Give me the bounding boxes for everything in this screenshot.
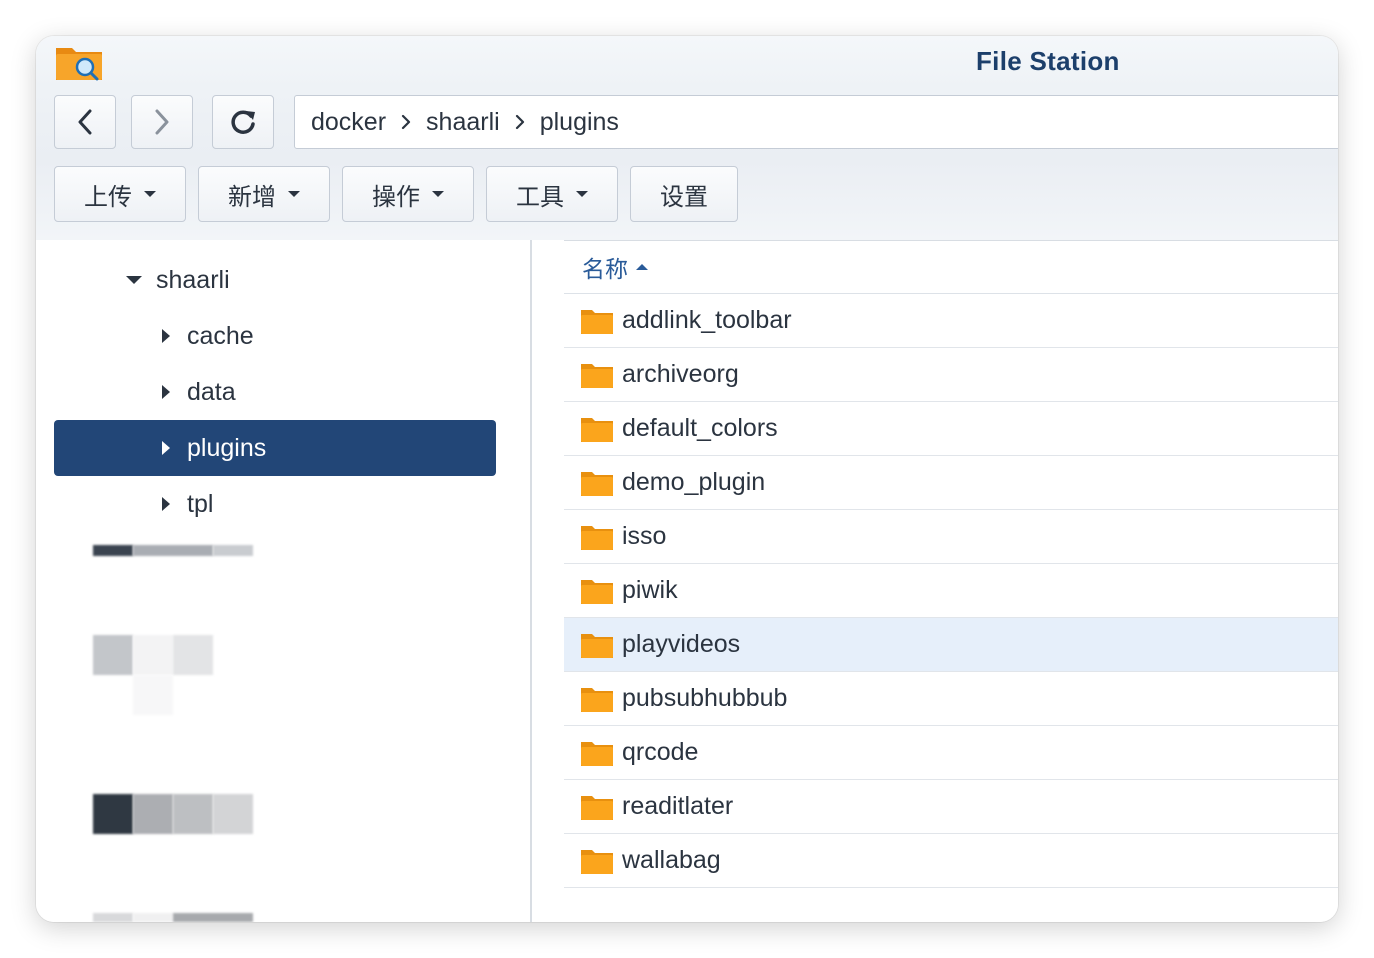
list-item[interactable]: isso xyxy=(564,510,1338,564)
tree-item-plugins[interactable]: plugins xyxy=(54,420,496,476)
refresh-button[interactable] xyxy=(212,95,274,149)
file-name: archiveorg xyxy=(622,360,739,388)
collapse-arrow-icon[interactable] xyxy=(162,497,170,511)
folder-icon xyxy=(581,633,613,658)
refresh-icon xyxy=(231,110,255,134)
settings-label: 设置 xyxy=(660,183,708,211)
file-name: default_colors xyxy=(622,414,778,442)
file-station-icon xyxy=(56,48,102,81)
column-header-name[interactable]: 名称 xyxy=(564,240,1338,294)
file-name: wallabag xyxy=(622,846,721,874)
action-button[interactable]: 操作 xyxy=(342,166,474,222)
expand-arrow-icon[interactable] xyxy=(126,276,142,284)
action-label: 操作 xyxy=(372,183,420,211)
file-name: demo_plugin xyxy=(622,468,766,496)
forward-button[interactable] xyxy=(131,95,193,149)
title-bar: File Station xyxy=(36,36,1338,88)
navigation-bar: docker shaarli plugins xyxy=(36,88,1338,160)
folder-icon xyxy=(581,525,613,550)
breadcrumb-separator-icon xyxy=(400,113,412,131)
chevron-down-icon xyxy=(576,191,588,197)
create-button[interactable]: 新增 xyxy=(198,166,330,222)
list-item[interactable]: wallabag xyxy=(564,834,1338,888)
tree-item-cache[interactable]: cache xyxy=(54,308,496,364)
list-item[interactable]: piwik xyxy=(564,564,1338,618)
file-name: piwik xyxy=(622,576,678,604)
list-item[interactable]: default_colors xyxy=(564,402,1338,456)
file-name: isso xyxy=(622,522,667,550)
file-name: addlink_toolbar xyxy=(622,306,792,334)
folder-tree: shaarli cache data plugins tpl xyxy=(36,240,530,922)
breadcrumb-docker[interactable]: docker xyxy=(311,108,386,137)
window-title: File Station xyxy=(976,46,1120,76)
path-bar[interactable]: docker shaarli plugins xyxy=(294,95,1338,149)
back-button[interactable] xyxy=(54,95,116,149)
folder-icon xyxy=(581,363,613,388)
list-item[interactable]: archiveorg xyxy=(564,348,1338,402)
breadcrumb-separator-icon xyxy=(514,113,526,131)
folder-icon xyxy=(581,579,613,604)
folder-icon xyxy=(581,795,613,820)
list-item[interactable]: addlink_toolbar xyxy=(564,294,1338,348)
upload-button[interactable]: 上传 xyxy=(54,166,186,222)
collapse-arrow-icon[interactable] xyxy=(162,385,170,399)
list-item[interactable]: pubsubhubbub xyxy=(564,672,1338,726)
chevron-down-icon xyxy=(144,191,156,197)
file-name: qrcode xyxy=(622,738,699,766)
folder-icon xyxy=(581,687,613,712)
chevron-right-icon xyxy=(155,109,169,135)
folder-icon xyxy=(581,741,613,766)
folder-icon xyxy=(581,309,613,334)
tree-item-tpl[interactable]: tpl xyxy=(54,476,496,532)
tools-button[interactable]: 工具 xyxy=(486,166,618,222)
file-station-window: File Station docker shaarli plugins 上传 新… xyxy=(36,36,1338,922)
breadcrumb-plugins[interactable]: plugins xyxy=(540,108,619,137)
file-list: 名称 addlink_toolbar archiveorg default_co… xyxy=(564,240,1338,922)
breadcrumb-shaarli[interactable]: shaarli xyxy=(426,108,500,137)
sort-ascending-icon xyxy=(636,264,648,270)
tree-item-label: tpl xyxy=(187,489,214,518)
pane-splitter[interactable] xyxy=(530,240,532,922)
list-item[interactable]: demo_plugin xyxy=(564,456,1338,510)
file-name: readitlater xyxy=(622,792,734,820)
chevron-left-icon xyxy=(78,109,92,135)
tree-item-data[interactable]: data xyxy=(54,364,496,420)
tree-item-label: plugins xyxy=(187,433,267,462)
folder-icon xyxy=(581,417,613,442)
chevron-down-icon xyxy=(432,191,444,197)
tree-item-shaarli[interactable]: shaarli xyxy=(54,252,496,308)
list-item[interactable]: playvideos xyxy=(564,618,1338,672)
create-label: 新增 xyxy=(228,183,276,211)
tree-item-label: cache xyxy=(187,321,254,350)
file-name: pubsubhubbub xyxy=(622,684,788,712)
toolbar: 上传 新增 操作 工具 设置 xyxy=(36,160,1338,240)
upload-label: 上传 xyxy=(84,183,132,211)
file-name: playvideos xyxy=(622,630,741,658)
collapse-arrow-icon[interactable] xyxy=(162,441,170,455)
tree-item-label: shaarli xyxy=(156,265,230,294)
tools-label: 工具 xyxy=(516,183,564,211)
tree-item-label: data xyxy=(187,377,236,406)
list-item[interactable]: qrcode xyxy=(564,726,1338,780)
collapse-arrow-icon[interactable] xyxy=(162,329,170,343)
chevron-down-icon xyxy=(288,191,300,197)
folder-icon xyxy=(581,849,613,874)
folder-icon xyxy=(581,471,613,496)
column-name-label: 名称 xyxy=(582,256,628,282)
settings-button[interactable]: 设置 xyxy=(630,166,738,222)
list-item[interactable]: readitlater xyxy=(564,780,1338,834)
